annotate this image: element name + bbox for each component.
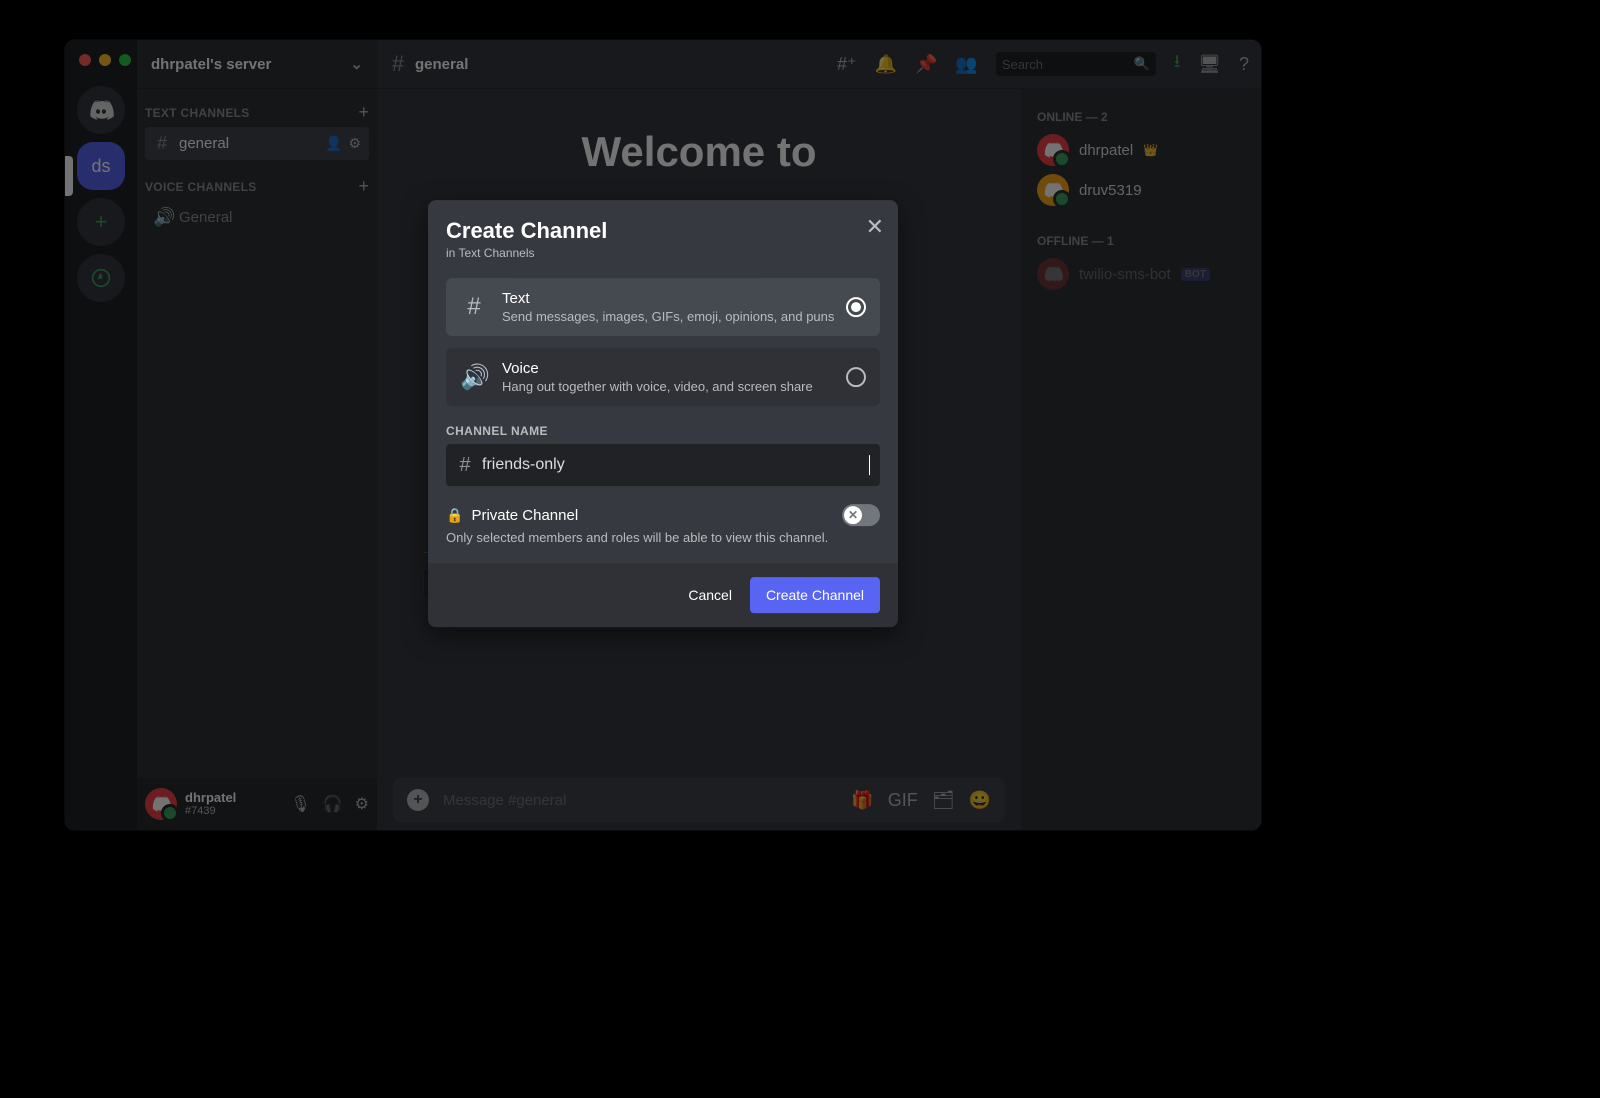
create-channel-modal: ✕ Create Channel in Text Channels # Text… — [428, 200, 898, 627]
hash-icon: # — [456, 454, 474, 477]
private-channel-label: Private Channel — [471, 507, 578, 524]
type-desc: Hang out together with voice, video, and… — [502, 379, 813, 394]
channel-name-field[interactable] — [482, 456, 861, 474]
modal-subtitle: in Text Channels — [446, 246, 880, 260]
channel-name-input[interactable]: # — [446, 444, 880, 486]
app-window: ds + dhrpatel's server ⌄ TEXT CHANNELS +… — [65, 40, 1261, 830]
radio-selected-icon — [846, 297, 866, 317]
modal-title: Create Channel — [446, 218, 880, 244]
hash-icon: # — [460, 293, 488, 321]
private-channel-desc: Only selected members and roles will be … — [446, 530, 880, 545]
speaker-icon: 🔊 — [460, 363, 488, 392]
channel-type-voice[interactable]: 🔊 Voice Hang out together with voice, vi… — [446, 348, 880, 406]
text-caret — [869, 455, 870, 475]
toggle-knob-icon: ✕ — [844, 506, 862, 524]
close-icon[interactable]: ✕ — [866, 214, 884, 240]
channel-name-label: CHANNEL NAME — [446, 424, 880, 438]
type-desc: Send messages, images, GIFs, emoji, opin… — [502, 309, 834, 324]
lock-icon: 🔒 — [446, 507, 463, 524]
type-title: Text — [502, 290, 834, 307]
radio-unselected-icon — [846, 367, 866, 387]
channel-type-text[interactable]: # Text Send messages, images, GIFs, emoj… — [446, 278, 880, 336]
private-toggle[interactable]: ✕ — [842, 504, 880, 526]
create-channel-button[interactable]: Create Channel — [750, 577, 880, 613]
cancel-button[interactable]: Cancel — [684, 579, 736, 611]
type-title: Voice — [502, 360, 813, 377]
